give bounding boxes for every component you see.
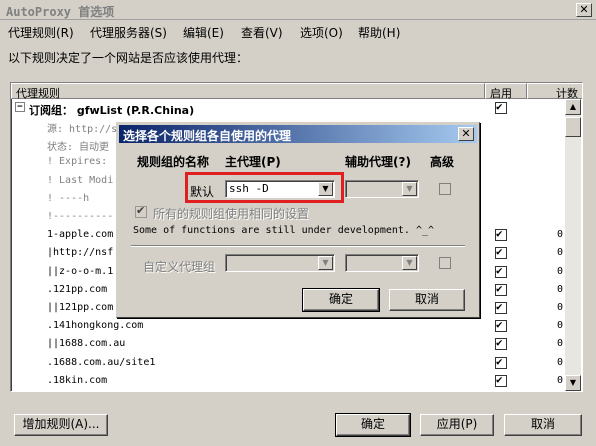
rule-text: 源: http://s [47, 124, 118, 135]
rule-count: 0 [557, 247, 564, 259]
col-aux-proxy: 辅助代理(?) [345, 155, 411, 169]
menu-bar: 代理规则(R) 代理服务器(S) 编辑(E) 查看(V) 选项(O) 帮助(H) [0, 21, 596, 41]
rule-text: |http://nsf [47, 247, 114, 259]
rule-enabled-checkbox[interactable] [495, 282, 507, 296]
custom-aux-proxy-select: ▼ [345, 254, 419, 272]
col-advanced: 高级 [430, 155, 455, 169]
rule-count: 0 [557, 229, 564, 241]
window-title: AutoProxy 首选项 [6, 5, 115, 19]
rule-count: 0 [557, 338, 564, 350]
dialog-close-icon[interactable]: ✕ [458, 127, 474, 141]
menu-help[interactable]: 帮助(H) [358, 24, 400, 41]
list-item[interactable]: .141hongkong.com 0 [11, 318, 563, 336]
rule-text: ! Last Modi [47, 174, 114, 186]
rule-text: 1-apple.com [47, 229, 114, 241]
rule-text: ! Expires: [47, 156, 108, 168]
rule-text: .18kin.com [47, 374, 108, 386]
proxy-select-dialog: 选择各个规则组各自使用的代理 ✕ 规则组的名称 主代理(P) 辅助代理(?) 高… [116, 122, 480, 318]
rule-count: 0 [557, 265, 564, 277]
menu-view[interactable]: 查看(V) [241, 24, 283, 41]
dialog-titlebar: 选择各个规则组各自使用的代理 ✕ [119, 125, 477, 143]
rule-text: 状态: 自动更 [47, 142, 110, 154]
rule-count: 0 [557, 374, 564, 386]
rule-text: .1688.com.au/site1 [47, 356, 156, 368]
aux-proxy-select: ▼ [345, 180, 419, 198]
same-settings-checkbox[interactable] [135, 204, 147, 218]
header-count[interactable]: 计数 [527, 83, 582, 100]
rule-text: !---------- [47, 211, 114, 222]
rule-count: 0 [557, 302, 564, 313]
header-rule[interactable]: 代理规则 [11, 83, 485, 100]
custom-group-label: 自定义代理组 [143, 260, 216, 274]
rule-text: ||1688.com.au [47, 338, 126, 350]
vertical-scrollbar[interactable]: ▲ ▼ [565, 99, 581, 391]
rule-enabled-checkbox[interactable] [495, 373, 507, 387]
scroll-down-icon[interactable]: ▼ [565, 375, 581, 391]
rule-enabled-checkbox[interactable] [495, 336, 507, 351]
ok-button[interactable]: 确定 [335, 413, 411, 437]
custom-main-proxy-select: ▼ [225, 254, 335, 272]
rule-enabled-checkbox[interactable] [495, 227, 507, 242]
rule-enabled-checkbox[interactable] [495, 318, 507, 333]
scroll-thumb[interactable] [565, 117, 581, 137]
rule-count: 0 [557, 283, 564, 295]
add-rule-button[interactable]: 增加规则(A)... [14, 414, 108, 436]
list-item[interactable]: .1688.com.au/site1 0 [11, 355, 563, 373]
rule-count: 0 [557, 356, 564, 368]
rules-caption: 以下规则决定了一个网站是否应该使用代理： [8, 51, 249, 65]
chevron-down-icon: ▼ [318, 256, 333, 270]
chevron-down-icon: ▼ [402, 256, 417, 270]
apply-button[interactable]: 应用(P) [420, 414, 494, 436]
collapse-icon[interactable]: − [15, 102, 25, 112]
dialog-separator [131, 245, 465, 247]
group-enabled-checkbox[interactable] [495, 100, 507, 114]
group-row[interactable]: − 订阅组： gfwList (P.R.China) [11, 100, 563, 118]
window-titlebar: AutoProxy 首选项 ✕ [0, 0, 596, 20]
list-item[interactable]: .18kin.com 0 [11, 373, 563, 391]
header-enabled[interactable]: 启用 [485, 83, 527, 100]
list-item[interactable]: ||1688.com.au 0 [11, 336, 563, 354]
menu-edit[interactable]: 编辑(E) [183, 24, 224, 41]
dialog-ok-button[interactable]: 确定 [302, 288, 380, 312]
rule-text: .141hongkong.com [47, 320, 144, 332]
col-group-name: 规则组的名称 [137, 155, 210, 169]
highlight-box [185, 172, 344, 203]
same-settings-label: 所有的规则组使用相同的设置 [153, 207, 310, 221]
cancel-button[interactable]: 取消 [504, 414, 582, 436]
rule-text: ||121pp.com [47, 302, 114, 313]
dialog-title: 选择各个规则组各自使用的代理 [123, 129, 292, 143]
rule-enabled-checkbox[interactable] [495, 264, 507, 278]
rule-enabled-checkbox[interactable] [495, 355, 507, 369]
menu-options[interactable]: 选项(O) [300, 24, 343, 41]
custom-advanced-checkbox [439, 257, 451, 269]
col-main-proxy: 主代理(P) [225, 155, 281, 169]
rule-count: 0 [557, 320, 564, 332]
scroll-up-icon[interactable]: ▲ [565, 99, 581, 115]
group-title: 订阅组： gfwList (P.R.China) [29, 104, 195, 117]
dialog-cancel-button[interactable]: 取消 [389, 289, 465, 311]
rule-text: ||z-o-o-m.1 [47, 265, 114, 277]
rule-text: .121pp.com [47, 283, 108, 295]
rule-enabled-checkbox[interactable] [495, 300, 507, 314]
rule-text: ! ----h [47, 192, 90, 204]
menu-proxy-servers[interactable]: 代理服务器(S) [90, 24, 167, 41]
dev-note: Some of functions are still under develo… [133, 225, 435, 236]
chevron-down-icon: ▼ [402, 182, 417, 196]
menu-rules[interactable]: 代理规则(R) [8, 24, 74, 41]
advanced-checkbox [439, 183, 451, 195]
rule-enabled-checkbox[interactable] [495, 245, 507, 260]
close-icon[interactable]: ✕ [576, 3, 592, 17]
